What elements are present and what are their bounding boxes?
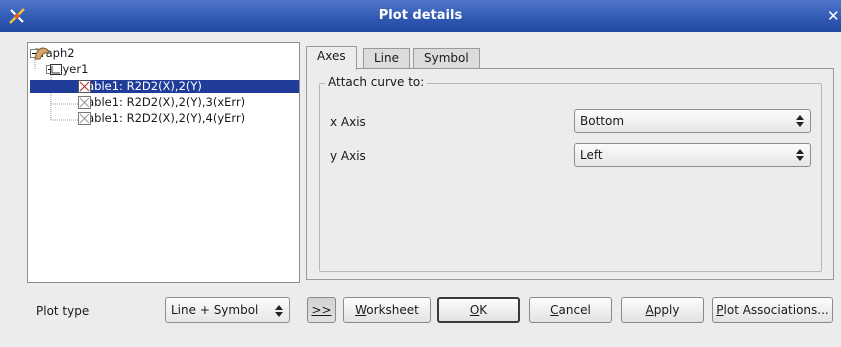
y-axis-select[interactable]: Left — [574, 143, 811, 167]
ok-button-label: K — [479, 303, 488, 317]
tab-axes[interactable]: Axes — [306, 46, 357, 70]
curve-icon — [78, 80, 91, 93]
layer-icon — [50, 64, 62, 75]
tree-item-label: Table1: R2D2(X),2(Y),3(xErr) — [82, 95, 246, 109]
plot-type-select[interactable]: Line + Symbol — [165, 297, 290, 323]
tab-line[interactable]: Line — [363, 48, 411, 69]
plot-type-select-value: Line + Symbol — [171, 303, 259, 317]
updown-arrows-icon — [796, 149, 804, 161]
plot-associations-button[interactable]: Plot Associations... — [712, 297, 833, 323]
mnemonic: C — [550, 303, 559, 317]
worksheet-button[interactable]: Worksheet — [343, 297, 431, 323]
ok-button[interactable]: OK — [437, 297, 520, 323]
y-axis-select-value: Left — [580, 148, 603, 162]
cancel-button[interactable]: Cancel — [529, 297, 612, 323]
plot-details-dialog: Graph2 Layer1 Table1: R2D2(X),2(Y) Table… — [0, 32, 841, 347]
expand-button[interactable]: >> — [307, 297, 336, 323]
tree-item-curve[interactable]: Table1: R2D2(X),2(Y),4(yErr) — [78, 112, 245, 125]
plot-associations-button-label: lot Associations... — [723, 303, 829, 317]
tree-item-layer[interactable]: Layer1 — [46, 63, 88, 76]
x-axis-select-value: Bottom — [580, 114, 625, 128]
curve-icon — [78, 96, 91, 109]
graph-icon — [34, 47, 50, 60]
tree-item-label: Table1: R2D2(X),2(Y) — [82, 79, 202, 93]
window-title: Plot details — [378, 8, 463, 23]
cancel-button-label: ancel — [558, 303, 591, 317]
x-axis-label: x Axis — [330, 115, 366, 129]
mnemonic: P — [716, 303, 724, 317]
updown-arrows-icon — [796, 115, 804, 127]
tree-item-label: Table1: R2D2(X),2(Y),4(yErr) — [82, 111, 246, 125]
tree-item-curve[interactable]: Table1: R2D2(X),2(Y),3(xErr) — [78, 96, 245, 109]
expand-button-label: >> — [311, 303, 332, 317]
tree-item-curve[interactable]: Table1: R2D2(X),2(Y) — [30, 80, 299, 93]
plot-type-label: Plot type — [36, 304, 90, 318]
tree-item-graph[interactable]: Graph2 — [30, 47, 75, 60]
apply-button[interactable]: Apply — [621, 297, 704, 323]
x-axis-select[interactable]: Bottom — [574, 109, 811, 133]
y-axis-label: y Axis — [330, 149, 366, 163]
close-button[interactable]: ✕ — [827, 7, 841, 25]
curve-icon — [78, 112, 91, 125]
mnemonic: W — [355, 303, 367, 317]
groupbox-title: Attach curve to: — [325, 75, 428, 89]
updown-arrows-icon — [275, 305, 283, 317]
axes-tab-panel: Attach curve to: x Axis Bottom y Axis Le… — [306, 68, 834, 280]
plot-tree[interactable]: Graph2 Layer1 Table1: R2D2(X),2(Y) Table… — [27, 42, 300, 283]
apply-button-label: pply — [653, 303, 680, 317]
worksheet-button-label: orksheet — [366, 303, 419, 317]
mnemonic: A — [645, 303, 654, 317]
tab-symbol[interactable]: Symbol — [413, 48, 480, 69]
mnemonic: O — [469, 303, 480, 317]
title-bar: Plot details ✕ — [0, 0, 841, 32]
